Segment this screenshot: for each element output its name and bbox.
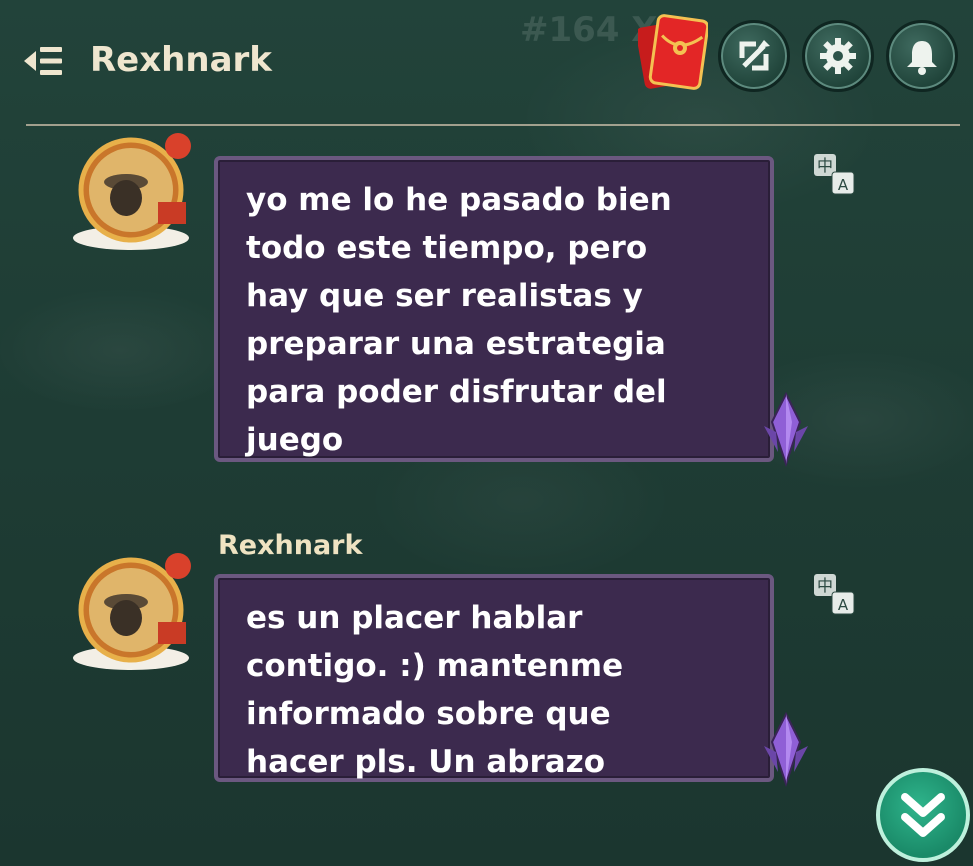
message-bubble: es un placer hablar contigo. :) mantenme… bbox=[214, 574, 774, 782]
avatar[interactable] bbox=[66, 540, 196, 670]
message-text: es un placer hablar contigo. :) mantenme… bbox=[246, 600, 624, 780]
svg-text:A: A bbox=[838, 596, 849, 614]
back-menu-icon[interactable] bbox=[24, 44, 64, 78]
message-text: yo me lo he pasado bien todo este tiempo… bbox=[246, 182, 672, 458]
bell-icon bbox=[907, 41, 937, 75]
sync-icon bbox=[739, 40, 770, 71]
sender-name: Rexhnark bbox=[218, 530, 363, 561]
page-title: Rexhnark bbox=[90, 40, 272, 80]
crystal-ornament-icon bbox=[764, 392, 808, 468]
avatar[interactable] bbox=[66, 120, 196, 250]
settings-button[interactable] bbox=[802, 20, 874, 92]
red-envelope-icon[interactable] bbox=[638, 10, 708, 90]
message-bubble: yo me lo he pasado bien todo este tiempo… bbox=[214, 156, 774, 462]
svg-text:A: A bbox=[838, 176, 849, 194]
notifications-button[interactable] bbox=[886, 20, 958, 92]
translate-icon[interactable]: 中 A bbox=[812, 572, 856, 616]
gear-icon bbox=[820, 38, 856, 74]
scroll-down-button[interactable] bbox=[876, 768, 970, 862]
sync-button[interactable] bbox=[718, 20, 790, 92]
chat-header: #164 X: Rexhnark bbox=[0, 0, 973, 126]
svg-text:中: 中 bbox=[817, 156, 833, 175]
translate-icon[interactable]: 中 A bbox=[812, 152, 856, 196]
double-chevron-down-icon bbox=[901, 793, 945, 837]
crystal-ornament-icon bbox=[764, 712, 808, 788]
svg-text:中: 中 bbox=[817, 576, 833, 595]
